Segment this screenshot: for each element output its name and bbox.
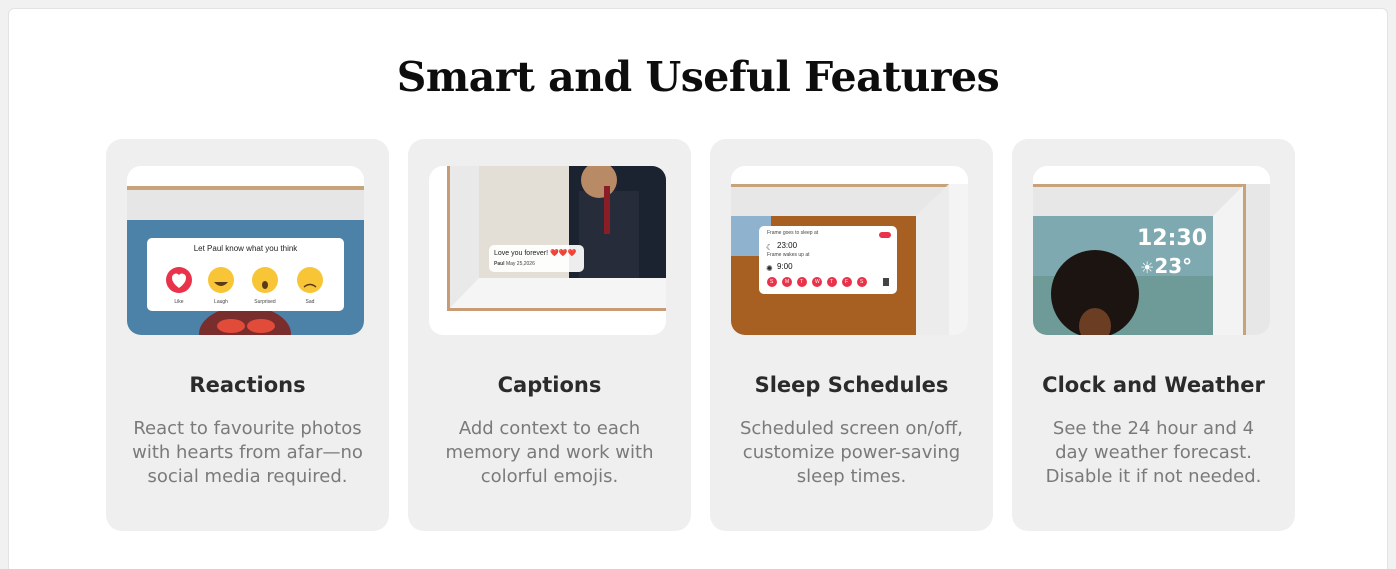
card-title-clock: Clock and Weather bbox=[1042, 373, 1265, 397]
card-title-sleep: Sleep Schedules bbox=[754, 373, 949, 397]
wake-label: Frame wakes up at bbox=[767, 252, 810, 258]
feature-card-clock: 12:30 ☀23° Clock and Weather See the 24 … bbox=[1012, 139, 1295, 531]
caption-date: May 25,2026 bbox=[505, 261, 535, 267]
card-description-reactions: React to favourite photos with hearts fr… bbox=[132, 418, 363, 487]
card-title-captions: Captions bbox=[497, 373, 602, 397]
temperature: 23° bbox=[1154, 254, 1193, 278]
clock-time: 12:30 bbox=[1137, 226, 1208, 251]
reaction-sad[interactable]: Sad bbox=[303, 299, 317, 305]
day-sat[interactable]: S bbox=[860, 279, 863, 285]
day-wed[interactable]: W bbox=[815, 279, 820, 285]
reaction-like[interactable]: Like bbox=[173, 299, 185, 305]
caption-text: Love you forever! ❤️❤️❤️ bbox=[494, 250, 577, 257]
reaction-surprised[interactable]: Surprised bbox=[253, 299, 277, 305]
reactions-image: Let Paul know what you think Like Laugh … bbox=[127, 166, 364, 335]
sun-icon: ☀ bbox=[1140, 258, 1155, 277]
svg-text:✺: ✺ bbox=[766, 264, 773, 273]
reaction-laugh[interactable]: Laugh bbox=[213, 299, 229, 305]
features-section: Smart and Useful Features Let Paul know … bbox=[8, 8, 1388, 569]
sleep-time[interactable]: 23:00 bbox=[777, 241, 797, 250]
day-sun[interactable]: S bbox=[770, 279, 773, 285]
card-description-sleep: Scheduled screen on/off, customize power… bbox=[739, 418, 964, 487]
day-fri[interactable]: F bbox=[845, 279, 848, 285]
svg-text:☾: ☾ bbox=[766, 243, 773, 252]
day-thu[interactable]: T bbox=[830, 279, 833, 285]
section-title: Smart and Useful Features bbox=[396, 53, 1000, 101]
day-mon[interactable]: M bbox=[785, 279, 789, 285]
reaction-popup-title: Let Paul know what you think bbox=[193, 244, 298, 253]
clock-image: 12:30 ☀23° bbox=[1033, 166, 1270, 335]
feature-card-reactions: Let Paul know what you think Like Laugh … bbox=[106, 139, 389, 531]
card-title-reactions: Reactions bbox=[189, 373, 306, 397]
captions-image: Love you forever! ❤️❤️❤️ Paul May 25,202… bbox=[429, 166, 666, 335]
sleep-image: ☾ ✺ Frame goes to sleep at 23:00 Frame w… bbox=[731, 166, 968, 335]
day-tue[interactable]: T bbox=[800, 279, 803, 285]
feature-card-captions: Love you forever! ❤️❤️❤️ Paul May 25,202… bbox=[408, 139, 691, 531]
card-description-captions: Add context to each memory and work with… bbox=[445, 418, 654, 487]
sleep-label: Frame goes to sleep at bbox=[767, 230, 819, 236]
wake-time[interactable]: 9:00 bbox=[777, 262, 793, 271]
feature-card-sleep: ☾ ✺ Frame goes to sleep at 23:00 Frame w… bbox=[710, 139, 993, 531]
card-description-clock: See the 24 hour and 4 day weather foreca… bbox=[1045, 418, 1262, 487]
caption-author: Paul bbox=[494, 261, 505, 267]
